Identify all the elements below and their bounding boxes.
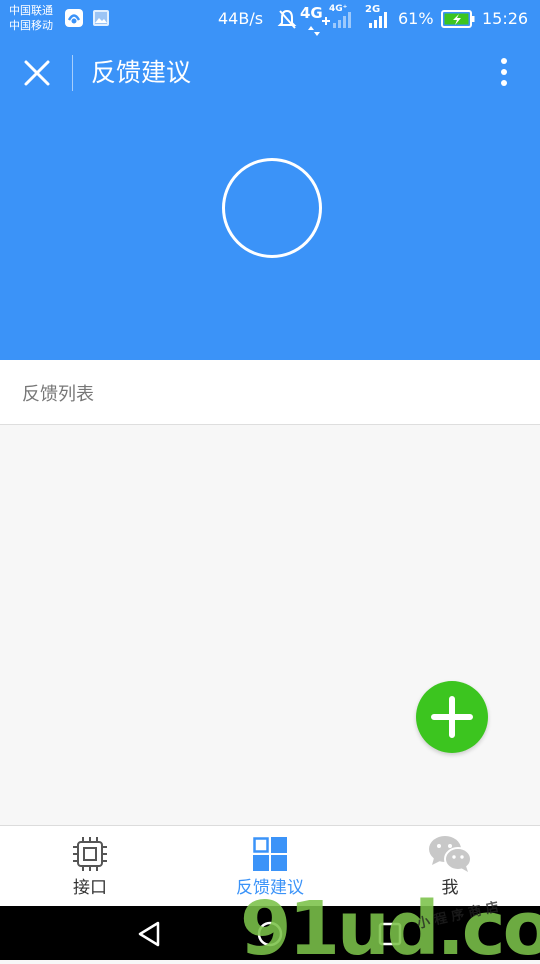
recent-apps-icon[interactable] xyxy=(377,921,403,947)
tab-interface[interactable]: 接口 xyxy=(0,826,180,907)
system-nav-bar xyxy=(0,906,540,960)
tab-feedback-label: 反馈建议 xyxy=(236,878,304,898)
clock-time: 15:26 xyxy=(482,9,529,28)
app-bar-divider xyxy=(72,55,73,91)
data-arrows-icon xyxy=(308,21,320,36)
app-bar: 反馈建议 xyxy=(0,38,540,108)
tab-interface-label: 接口 xyxy=(73,878,107,898)
header-hero xyxy=(0,108,540,360)
mute-icon xyxy=(277,8,297,30)
tab-bar: 接口 反馈建议 我 xyxy=(0,825,540,907)
net-speed: 44B/s xyxy=(218,9,264,28)
add-feedback-button[interactable] xyxy=(416,681,488,753)
more-options-icon[interactable] xyxy=(492,54,516,92)
app-notification-icon xyxy=(64,8,84,28)
plus-icon xyxy=(430,695,474,739)
carrier-label-2: 中国移动 xyxy=(9,19,53,32)
grid-icon xyxy=(253,837,287,871)
back-triangle-icon[interactable] xyxy=(136,920,164,948)
network-4g-label: 4G xyxy=(300,4,323,22)
home-circle-icon[interactable] xyxy=(256,920,284,948)
battery-percent: 61% xyxy=(398,9,434,28)
status-bar: 中国联通 中国移动 44B/s 4G 4G⁺ 2G 61% 15:26 xyxy=(0,0,540,38)
chip-icon xyxy=(72,836,108,872)
signal-strength-icon-2 xyxy=(366,10,390,28)
wechat-icon xyxy=(428,835,472,873)
image-notification-icon xyxy=(92,9,110,27)
avatar[interactable] xyxy=(222,158,322,258)
tab-feedback[interactable]: 反馈建议 xyxy=(180,826,360,907)
carrier-label-1: 中国联通 xyxy=(9,4,53,17)
signal-strength-icon-1 xyxy=(332,10,354,28)
tab-me[interactable]: 我 xyxy=(360,826,540,907)
page-title: 反馈建议 xyxy=(91,58,192,87)
tab-me-label: 我 xyxy=(441,878,459,898)
feedback-list-header: 反馈列表 xyxy=(0,360,540,425)
battery-charging-icon xyxy=(441,10,475,28)
section-title: 反馈列表 xyxy=(22,384,94,405)
feedback-list xyxy=(0,425,540,825)
close-icon[interactable] xyxy=(22,58,52,88)
